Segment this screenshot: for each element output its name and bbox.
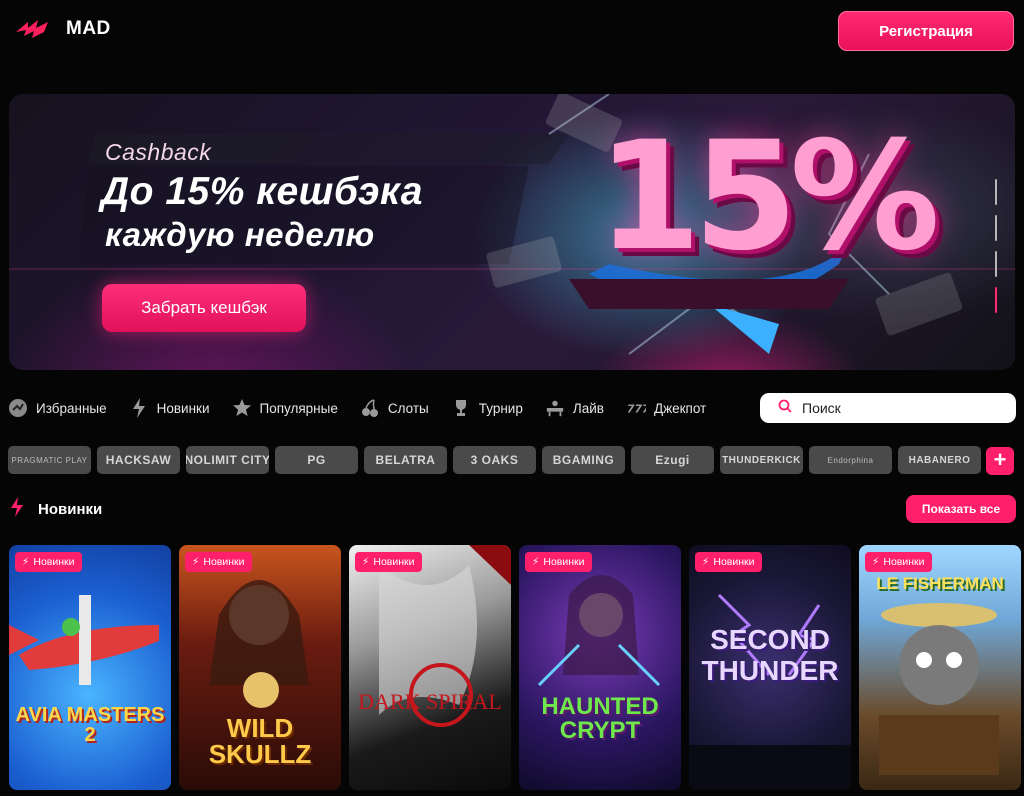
game-artwork <box>379 545 511 727</box>
category-slots[interactable]: Слоты <box>360 398 429 418</box>
category-tournament[interactable]: Турнир <box>451 398 523 418</box>
category-live[interactable]: Лайв <box>545 398 604 418</box>
provider-filter-bar: PRAGMATIC PLAY HACKSAW NOLIMIT CITY PG B… <box>8 446 981 474</box>
logo[interactable]: MAD <box>16 18 111 40</box>
category-popular[interactable]: Популярные <box>232 398 338 418</box>
provider-chip[interactable]: BELATRA <box>364 446 447 474</box>
lightning-icon: ⚡ <box>702 556 710 568</box>
game-title: HAUNTED CRYPT <box>541 693 659 744</box>
promo-banner[interactable]: Cashback До 15% кешбэка каждую неделю За… <box>9 94 1015 370</box>
category-nav: Избранные Новинки Популярные Слоты Турни… <box>8 393 728 423</box>
provider-chip[interactable]: NOLIMIT CITY <box>186 446 269 474</box>
claim-cashback-button[interactable]: Забрать кешбэк <box>102 284 306 332</box>
cherry-icon <box>360 398 380 418</box>
game-card[interactable]: ⚡ Новинки SECOND THUNDER <box>689 545 851 790</box>
lightning-icon: ⚡ <box>22 556 30 568</box>
svg-text:777: 777 <box>627 403 646 416</box>
logo-lightning-icon <box>16 20 48 38</box>
lightning-icon: ⚡ <box>192 556 200 568</box>
category-label: Джекпот <box>653 400 707 416</box>
game-title: WILD SKULLZ <box>208 713 312 769</box>
slider-dot[interactable] <box>995 179 997 205</box>
provider-chip[interactable]: HACKSAW <box>97 446 180 474</box>
provider-chip[interactable]: Endorphina <box>809 446 892 474</box>
category-label: Турнир <box>478 400 523 416</box>
category-label: Слоты <box>387 400 429 416</box>
lightning-icon: ⚡ <box>362 556 370 568</box>
game-title: DARK SPIRAL <box>358 689 502 714</box>
banner-headline: До 15% кешбэка <box>101 170 423 213</box>
provider-chip[interactable]: THUNDERKICK <box>720 446 803 474</box>
category-label: Новинки <box>156 400 210 416</box>
category-favorites[interactable]: Избранные <box>8 398 107 418</box>
new-badge: ⚡ Новинки <box>355 552 422 572</box>
provider-chip[interactable]: BGAMING <box>542 446 625 474</box>
lightning-icon: ⚡ <box>872 556 880 568</box>
new-badge: ⚡ Новинки <box>15 552 82 572</box>
banner-percent-graphic: 15% <box>597 110 940 284</box>
game-title: LE FISHERMAN <box>876 574 1004 593</box>
search-input[interactable] <box>802 400 1002 416</box>
provider-chip[interactable]: PG <box>275 446 358 474</box>
show-all-button[interactable]: Показать все <box>906 495 1016 523</box>
provider-chip[interactable]: PRAGMATIC PLAY <box>8 446 91 474</box>
lightning-icon <box>10 497 24 522</box>
trophy-icon <box>451 398 471 418</box>
games-row: ⚡ Новинки AVIA MASTERS 2 ⚡ Новинки WILD SK… <box>9 545 1021 790</box>
category-label: Популярные <box>259 400 338 416</box>
game-title: SECOND THUNDER <box>701 624 839 686</box>
provider-chip[interactable]: Ezugi <box>631 446 714 474</box>
game-card[interactable]: ⚡ Новинки DARK SPIRAL <box>349 545 511 790</box>
game-title: AVIA MASTERS 2 <box>15 704 165 746</box>
new-badge: ⚡ Новинки <box>865 552 932 572</box>
jackpot-777-icon: 777 <box>626 398 646 418</box>
lightning-icon <box>129 398 149 418</box>
new-badge: ⚡ Новинки <box>185 552 252 572</box>
category-jackpot[interactable]: 777 Джекпот <box>626 398 706 418</box>
section-title: Новинки <box>38 501 103 518</box>
game-artwork <box>9 595 159 685</box>
category-label: Лайв <box>572 400 604 416</box>
slider-dot-active[interactable] <box>995 287 997 313</box>
category-new[interactable]: Новинки <box>129 398 210 418</box>
header: MAD Регистрация <box>0 0 1024 62</box>
banner-tag: Cashback <box>105 139 212 165</box>
game-card[interactable]: ⚡ Новинки HAUNTED CRYPT <box>519 545 681 790</box>
game-artwork <box>537 575 661 687</box>
slider-dot[interactable] <box>995 251 997 277</box>
new-badge: ⚡ Новинки <box>695 552 762 572</box>
star-icon <box>232 398 252 418</box>
provider-chip[interactable]: HABANERO <box>898 446 981 474</box>
slider-dot[interactable] <box>995 215 997 241</box>
game-card[interactable]: ⚡ Новинки LE FISHERMAN <box>859 545 1021 790</box>
section-header: Новинки <box>10 497 102 522</box>
search-box[interactable] <box>760 393 1016 423</box>
live-table-icon <box>545 398 565 418</box>
provider-chip[interactable]: 3 OAKS <box>453 446 536 474</box>
category-label: Избранные <box>36 400 107 416</box>
banner-slider-indicator <box>995 179 999 313</box>
banner-subheadline: каждую неделю <box>105 216 375 253</box>
favorites-icon <box>8 398 28 418</box>
register-button[interactable]: Регистрация <box>838 11 1014 51</box>
new-badge: ⚡ Новинки <box>525 552 592 572</box>
more-providers-button[interactable]: + <box>986 447 1014 475</box>
logo-text: MAD <box>66 18 111 39</box>
search-icon <box>778 399 792 418</box>
game-card[interactable]: ⚡ Новинки WILD SKULLZ <box>179 545 341 790</box>
game-card[interactable]: ⚡ Новинки AVIA MASTERS 2 <box>9 545 171 790</box>
lightning-icon: ⚡ <box>532 556 540 568</box>
